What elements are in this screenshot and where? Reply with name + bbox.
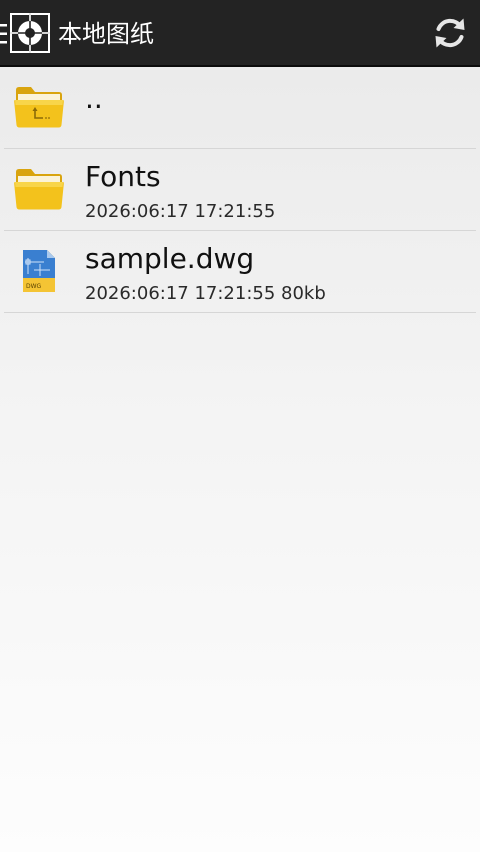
refresh-icon[interactable] — [432, 15, 468, 51]
crosshair-logo-icon[interactable] — [10, 13, 50, 53]
file-list: .. Fonts 2026:06:17 17:21:55 DWG sample.… — [0, 67, 480, 313]
list-item-parent-folder[interactable]: .. — [4, 67, 476, 149]
svg-text:DWG: DWG — [26, 283, 42, 290]
page-title: 本地图纸 — [58, 20, 154, 48]
file-name: sample.dwg — [85, 242, 255, 275]
menu-lines-icon[interactable] — [0, 22, 8, 46]
file-name: .. — [85, 82, 103, 115]
file-meta: 2026:06:17 17:21:55 — [85, 201, 276, 222]
file-meta: 2026:06:17 17:21:55 80kb — [85, 283, 326, 304]
folder-up-icon — [14, 87, 64, 128]
list-item-file-sample-dwg[interactable]: DWG sample.dwg 2026:06:17 17:21:55 80kb — [4, 231, 476, 313]
folder-icon — [14, 169, 64, 210]
dwg-file-icon: DWG — [23, 250, 55, 292]
list-item-folder-fonts[interactable]: Fonts 2026:06:17 17:21:55 — [4, 149, 476, 231]
file-name: Fonts — [85, 160, 161, 193]
action-bar: 本地图纸 — [0, 0, 480, 67]
